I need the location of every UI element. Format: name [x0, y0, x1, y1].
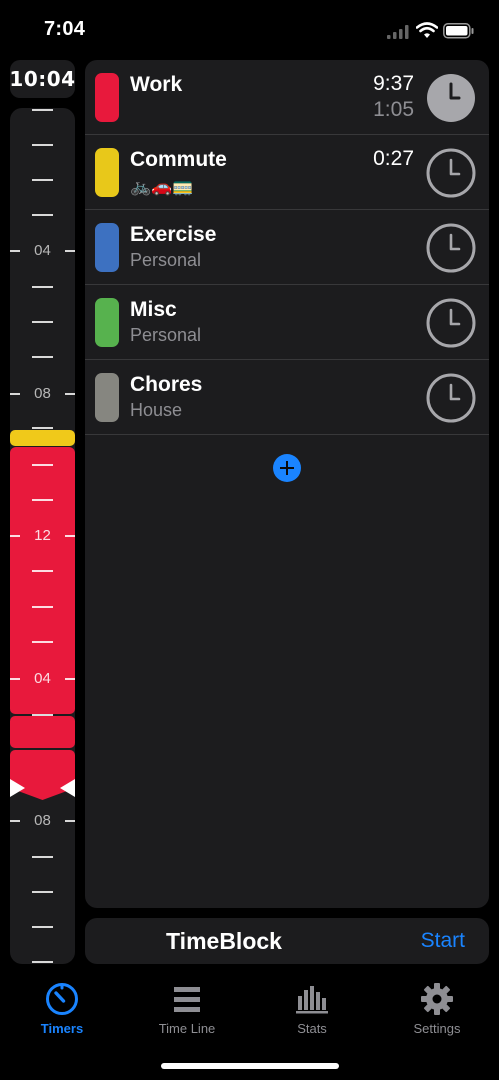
tab-settings[interactable]: Settings — [387, 982, 487, 1036]
task-name: Work — [130, 73, 183, 96]
home-indicator — [161, 1063, 339, 1069]
tab-label: Stats — [297, 1021, 327, 1036]
gear-icon — [421, 983, 453, 1015]
start-button[interactable]: Start — [421, 929, 465, 953]
row-divider — [85, 434, 489, 435]
bar-chart-icon — [296, 986, 328, 1014]
clock-active-icon[interactable] — [426, 73, 476, 123]
tab-label: Time Line — [158, 1021, 216, 1036]
task-row-misc[interactable]: Misc Personal — [85, 285, 489, 360]
list-icon — [174, 987, 200, 1012]
timer-icon — [46, 983, 78, 1015]
task-subtitle: 🚲🚗🚃 — [130, 176, 194, 198]
task-subtitle: House — [130, 400, 183, 420]
clock-icon[interactable] — [426, 223, 476, 273]
task-subtitle: Personal — [130, 325, 202, 345]
status-time: 7:04 — [44, 18, 86, 40]
task-elapsed-time: 1:05 — [373, 98, 414, 121]
ruler-tick — [32, 961, 53, 963]
ruler-tick — [32, 464, 53, 466]
ruler-tick — [32, 641, 53, 643]
task-row-commute[interactable]: Commute 🚲🚗🚃 0:27 — [85, 135, 489, 210]
tab-timers[interactable]: Timers — [12, 982, 112, 1036]
task-list: Work 9:37 1:05 Commute 🚲🚗🚃 0:27 Exercise… — [85, 60, 489, 908]
ruler-tick — [32, 356, 53, 358]
now-marker-icon — [10, 779, 75, 797]
bottom-bar: TimeBlock Start — [85, 918, 489, 964]
tab-label: Timers — [40, 1021, 84, 1036]
ruler-tick — [32, 891, 53, 893]
task-color-swatch — [95, 223, 119, 272]
task-color-swatch — [95, 148, 119, 197]
ruler-major-mark — [65, 678, 75, 680]
ruler-tick — [32, 926, 53, 928]
task-total-time: 9:37 — [373, 72, 414, 95]
task-row-work[interactable]: Work 9:37 1:05 — [85, 60, 489, 135]
ruler-tick — [32, 570, 53, 572]
ruler-tick — [32, 109, 53, 111]
ruler-tick — [32, 179, 53, 181]
current-time-badge: 10:04 — [9, 60, 75, 98]
task-row-exercise[interactable]: Exercise Personal — [85, 210, 489, 285]
cellular-signal-icon — [387, 25, 409, 39]
tab-stats[interactable]: Stats — [262, 982, 362, 1036]
commute-emojis: 🚲🚗🚃 — [130, 177, 194, 196]
task-name: Chores — [130, 373, 203, 396]
ruler-major-mark — [65, 535, 75, 537]
task-name: Commute — [130, 148, 227, 171]
ruler-tick — [32, 856, 53, 858]
task-total-time: 0:27 — [373, 147, 414, 170]
ruler-tick — [32, 427, 53, 429]
ruler-major-mark — [65, 820, 75, 822]
status-icons — [379, 20, 475, 42]
battery-icon — [443, 23, 474, 39]
tab-label: Settings — [413, 1021, 461, 1036]
ruler-tick — [32, 214, 53, 216]
clock-icon[interactable] — [426, 298, 476, 348]
app-title: TimeBlock — [166, 928, 282, 954]
ruler-tick — [32, 714, 53, 716]
ruler-major-mark — [65, 250, 75, 252]
task-row-chores[interactable]: Chores House — [85, 360, 489, 435]
task-name: Exercise — [130, 223, 217, 246]
tab-time-line[interactable]: Time Line — [137, 982, 237, 1036]
task-color-swatch — [95, 73, 119, 122]
task-name: Misc — [130, 298, 177, 321]
clock-icon[interactable] — [426, 373, 476, 423]
ruler-major-mark — [65, 393, 75, 395]
task-color-swatch — [95, 373, 119, 422]
ruler-tick — [32, 286, 53, 288]
task-color-swatch — [95, 298, 119, 347]
add-task-button[interactable] — [273, 454, 301, 482]
clock-icon[interactable] — [426, 148, 476, 198]
work-time-block[interactable] — [10, 714, 75, 748]
ruler-tick — [32, 144, 53, 146]
ruler-tick — [32, 499, 53, 501]
task-subtitle: Personal — [130, 250, 202, 270]
work-time-block[interactable]: 12 04 — [10, 447, 75, 714]
commute-time-block[interactable] — [10, 430, 75, 446]
ruler-tick — [32, 321, 53, 323]
wifi-icon — [416, 22, 438, 38]
ruler-tick — [32, 606, 53, 608]
